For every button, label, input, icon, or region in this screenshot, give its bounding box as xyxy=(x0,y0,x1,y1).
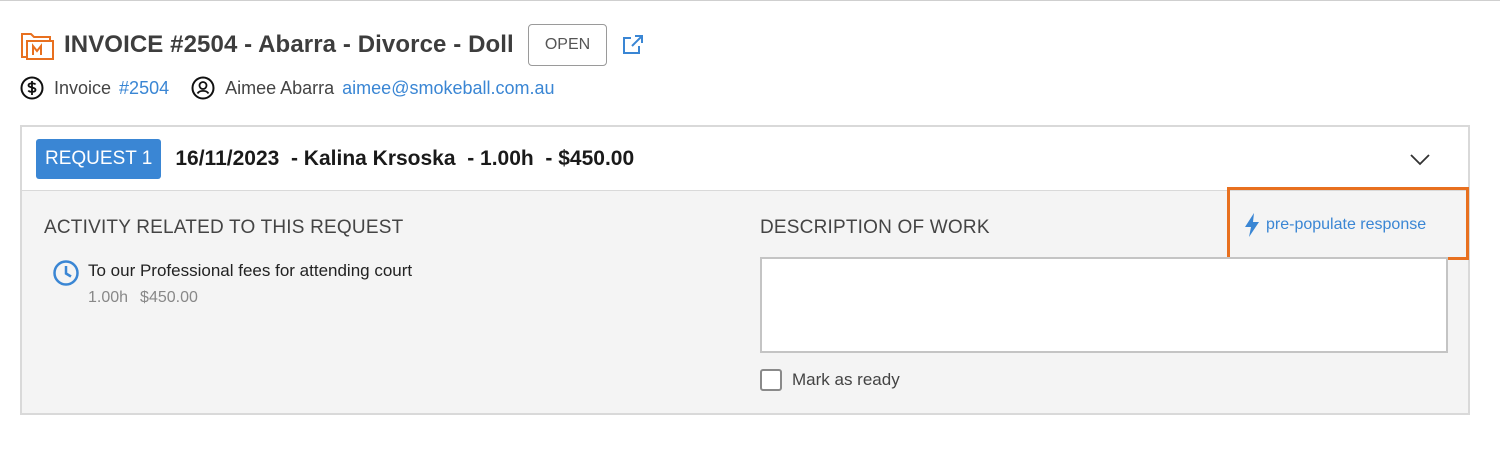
activity-hours: 1.00h xyxy=(88,289,129,306)
chevron-down-icon[interactable] xyxy=(1408,147,1432,171)
prepopulate-label: pre-populate response xyxy=(1266,216,1427,233)
request-summary: 16/11/2023 - Kalina Krsoska - 1.00h - $4… xyxy=(175,146,635,170)
invoice-number-link[interactable]: #2504 xyxy=(119,78,169,99)
page-title: INVOICE #2504 - Abarra - Divorce - Doll xyxy=(64,31,514,58)
invoice-subheader: Invoice #2504 Aimee Abarra aimee@smokeba… xyxy=(20,74,555,102)
lightning-bolt-icon xyxy=(1245,213,1259,237)
activity-meta: 1.00h $450.00 xyxy=(88,286,412,310)
external-link-icon[interactable] xyxy=(621,33,645,57)
checkbox-box[interactable] xyxy=(760,369,782,391)
contact-name: Aimee Abarra xyxy=(225,77,335,98)
activity-heading: ACTIVITY RELATED TO THIS REQUEST xyxy=(44,217,404,238)
request-header[interactable]: REQUEST 1 16/11/2023 - Kalina Krsoska - … xyxy=(22,127,1468,191)
request-badge: REQUEST 1 xyxy=(36,138,162,179)
mark-ready-label: Mark as ready xyxy=(792,370,900,389)
contact-email-link[interactable]: aimee@smokeball.com.au xyxy=(342,78,554,99)
description-textarea[interactable] xyxy=(760,257,1448,353)
contact-icon xyxy=(191,76,215,100)
matter-folder-icon xyxy=(21,33,54,60)
mark-ready-checkbox[interactable]: Mark as ready xyxy=(760,369,900,391)
status-badge: OPEN xyxy=(527,24,608,66)
activity-description: To our Professional fees for attending c… xyxy=(88,261,413,280)
dollar-icon xyxy=(20,76,44,100)
request-panel: REQUEST 1 16/11/2023 - Kalina Krsoska - … xyxy=(20,125,1470,415)
activity-amount: $450.00 xyxy=(140,289,198,306)
clock-icon xyxy=(53,260,79,286)
page-header: INVOICE #2504 - Abarra - Divorce - Doll … xyxy=(20,22,645,68)
prepopulate-response-button[interactable]: pre-populate response xyxy=(1242,212,1426,238)
description-heading: DESCRIPTION OF WORK xyxy=(760,217,990,238)
top-divider xyxy=(0,0,1500,1)
invoice-label: Invoice xyxy=(54,77,112,98)
activity-list-item: To our Professional fees for attending c… xyxy=(52,259,412,310)
